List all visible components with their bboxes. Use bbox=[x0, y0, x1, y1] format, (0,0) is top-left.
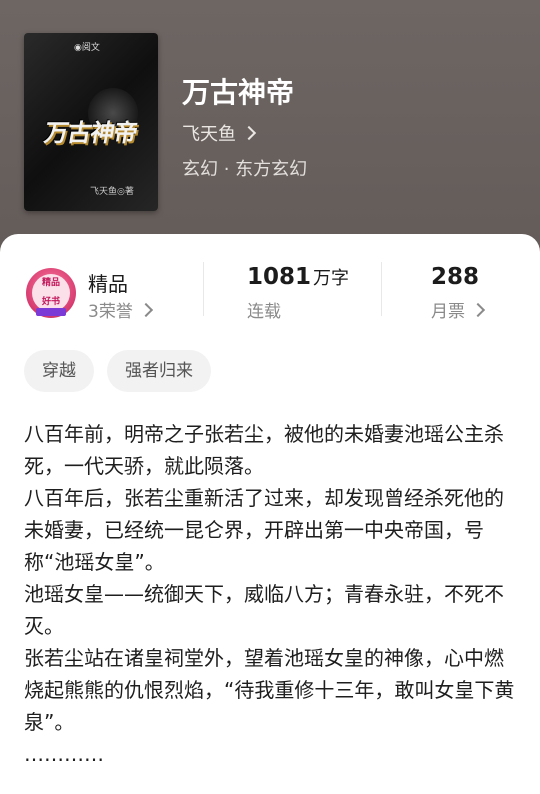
monthly-tickets-count: 288 bbox=[431, 264, 480, 290]
tag-chip[interactable]: 穿越 bbox=[24, 350, 94, 392]
description-paragraph: 张若尘站在诸皇祠堂外，望着池瑶女皇的神像，心中燃烧起熊熊的仇恨烈焰，“待我重修十… bbox=[24, 646, 515, 734]
honors-label: 3荣誉 bbox=[88, 302, 133, 322]
tag-chip[interactable]: 强者归来 bbox=[107, 350, 211, 392]
grade-label: 精品 bbox=[88, 272, 128, 296]
author-link[interactable]: 飞天鱼 bbox=[182, 120, 257, 146]
divider bbox=[203, 262, 204, 316]
premium-badge-icon: 精品 好书 bbox=[26, 268, 76, 318]
divider bbox=[381, 262, 382, 316]
cover-author-art: 飞天鱼◎著 bbox=[90, 187, 134, 197]
word-count: 1081 万字 bbox=[247, 264, 349, 290]
book-title: 万古神帝 bbox=[182, 76, 295, 109]
description-ellipsis: ………… bbox=[24, 742, 104, 766]
genre-label: 玄幻 · 东方玄幻 bbox=[182, 159, 308, 180]
description-paragraph: 池瑶女皇——统御天下，威临八方；青春永驻，不死不灭。 bbox=[24, 582, 504, 638]
cover-title-art: 万古神帝 bbox=[42, 118, 140, 147]
description-paragraph: 八百年前，明帝之子张若尘，被他的未婚妻池瑶公主杀死，一代天骄，就此陨落。 bbox=[24, 422, 504, 478]
monthly-tickets-label: 月票 bbox=[431, 302, 465, 322]
word-count-number: 1081 bbox=[247, 264, 312, 290]
author-name: 飞天鱼 bbox=[182, 124, 236, 145]
book-cover[interactable]: ◉阅文 万古神帝 飞天鱼◎著 bbox=[24, 33, 158, 211]
chevron-right-icon bbox=[470, 302, 486, 317]
chevron-right-icon bbox=[241, 125, 257, 141]
description-paragraph: 八百年后，张若尘重新活了过来，却发现曾经杀死他的未婚妻，已经统一昆仑界，开辟出第… bbox=[24, 486, 504, 574]
monthly-tickets-link[interactable]: 月票 bbox=[431, 297, 486, 322]
honors-link[interactable]: 3荣誉 bbox=[88, 297, 153, 322]
chevron-right-icon bbox=[138, 302, 153, 317]
book-header: ◉阅文 万古神帝 飞天鱼◎著 万古神帝 飞天鱼 玄幻 · 东方玄幻 bbox=[0, 0, 540, 250]
book-description[interactable]: 八百年前，明帝之子张若尘，被他的未婚妻池瑶公主杀死，一代天骄，就此陨落。 八百年… bbox=[24, 418, 520, 770]
publisher-logo: ◉阅文 bbox=[74, 43, 100, 53]
tag-list: 穿越 强者归来 bbox=[24, 350, 211, 392]
status-label: 连载 bbox=[247, 302, 281, 322]
word-count-unit: 万字 bbox=[313, 268, 350, 289]
